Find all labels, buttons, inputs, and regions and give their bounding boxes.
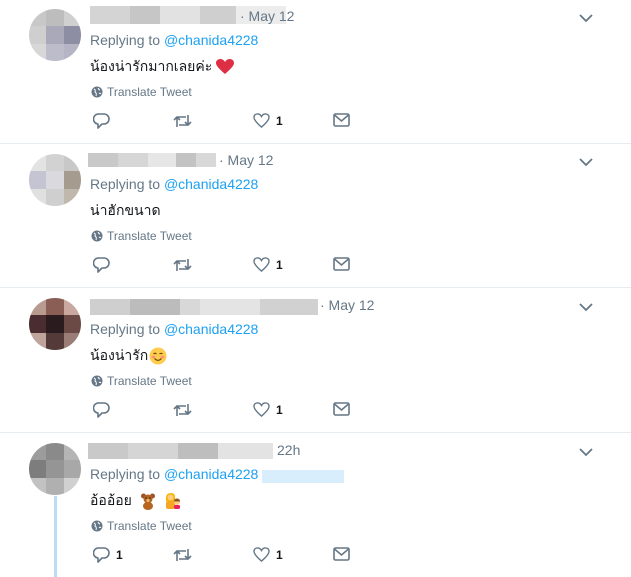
like-button[interactable]: 1 [253,547,283,562]
heart-icon [253,402,270,417]
tweet-actions: 1 [93,257,363,277]
reply-handle-link[interactable]: @chanida4228 [164,176,258,192]
retweet-icon [173,404,192,416]
chevron-down-icon[interactable] [578,10,594,26]
replying-to: Replying to @chanida4228 [90,321,258,337]
retweet-icon [173,259,192,271]
retweet-icon [173,115,192,127]
envelope-icon [333,113,350,127]
retweet-button[interactable] [173,257,192,273]
like-button[interactable]: 1 [253,257,283,272]
translate-label: Translate Tweet [107,519,192,533]
like-count: 1 [276,113,283,128]
retweet-icon [173,549,192,561]
avatar[interactable] [29,298,81,350]
tweet-actions: 1 [93,113,363,133]
display-name-redacted[interactable] [88,153,216,167]
reply-handle-link[interactable]: @chanida4228 [164,321,258,337]
like-button[interactable]: 1 [253,402,283,417]
retweet-button[interactable] [173,547,192,563]
translate-tweet-link[interactable]: Translate Tweet [91,229,192,243]
tweet-text: อ้ออ้อย [90,490,182,512]
envelope-icon [333,402,350,416]
family-emoji [165,493,180,509]
smiling-face-emoji [149,347,167,365]
reply-handle-link[interactable]: @chanida4228 [164,32,258,48]
chevron-down-icon[interactable] [578,299,594,315]
translate-label: Translate Tweet [107,85,192,99]
reply-icon [93,402,110,418]
avatar[interactable] [29,9,81,61]
reply-tweet-2[interactable]: · May 12 Replying to @chanida4228 น่าฮัก… [0,144,631,288]
replying-to: Replying to @chanida4228 [90,176,258,192]
thread-connector-line [54,496,57,577]
tweet-text-body: น่าฮักขนาด [90,202,161,218]
display-name-redacted[interactable] [90,299,318,315]
translate-label: Translate Tweet [107,374,192,388]
reply-button[interactable] [93,113,116,129]
tweet-text: น่าฮักขนาด [90,200,161,222]
envelope-icon [333,257,350,271]
like-button[interactable]: 1 [253,113,283,128]
avatar[interactable] [29,154,81,206]
tweet-date[interactable]: · May 12 [240,8,294,24]
tweet-text-body: น้องน่ารักมากเลยค่ะ [90,58,213,74]
reply-handle-link[interactable]: @chanida4228 [164,466,258,482]
replying-to: Replying to @chanida4228 [90,32,258,48]
heart-icon [253,113,270,128]
tweet-text-body: อ้ออ้อย [90,492,132,508]
red-heart-emoji [216,59,235,74]
like-count: 1 [276,402,283,417]
tweet-text: น้องน่ารักมากเลยค่ะ [90,56,235,78]
replying-to-label: Replying to [90,176,161,192]
reply-tweet-4[interactable]: 22h Replying to @chanida4228 อ้ออ้อย Tra… [0,434,631,577]
retweet-button[interactable] [173,113,192,129]
like-count: 1 [276,257,283,272]
like-count: 1 [276,547,283,562]
tweet-text: น้องน่ารัก [90,345,167,367]
translate-tweet-link[interactable]: Translate Tweet [91,519,192,533]
reply-icon [93,113,110,129]
chevron-down-icon[interactable] [578,154,594,170]
replying-to-label: Replying to [90,32,161,48]
globe-icon [91,230,103,242]
translate-label: Translate Tweet [107,229,192,243]
heart-icon [253,547,270,562]
globe-icon [91,375,103,387]
tweet-actions: 1 1 [93,547,363,567]
reply-tweet-3[interactable]: · May 12 Replying to @chanida4228 น้องน่… [0,289,631,433]
tweet-text-body: น้องน่ารัก [90,347,149,363]
tweet-actions: 1 [93,402,363,422]
direct-message-button[interactable] [333,547,350,561]
reply-count: 1 [116,548,123,562]
translate-tweet-link[interactable]: Translate Tweet [91,374,192,388]
direct-message-button[interactable] [333,402,350,416]
teddy-bear-emoji [140,493,155,510]
direct-message-button[interactable] [333,257,350,271]
reply-button[interactable] [93,402,116,418]
reply-icon [93,257,110,273]
replying-to-label: Replying to [90,321,161,337]
tweet-date[interactable]: 22h [277,442,300,458]
reply-tweet-1[interactable]: · May 12 Replying to @chanida4228 น้องน่… [0,0,631,144]
replying-to: Replying to @chanida4228 [90,466,258,482]
avatar[interactable] [29,443,81,495]
globe-icon [91,86,103,98]
retweet-button[interactable] [173,402,192,418]
tweet-date[interactable]: · May 12 [219,152,273,168]
reply-icon [93,547,110,563]
display-name-redacted[interactable] [88,443,273,459]
tweet-date[interactable]: · May 12 [320,297,374,313]
reply-button[interactable] [93,257,116,273]
globe-icon [91,520,103,532]
chevron-down-icon[interactable] [578,444,594,460]
replying-to-label: Replying to [90,466,161,482]
redacted-handle-blur [262,470,344,483]
translate-tweet-link[interactable]: Translate Tweet [91,85,192,99]
envelope-icon [333,547,350,561]
direct-message-button[interactable] [333,113,350,127]
reply-button[interactable]: 1 [93,547,123,563]
heart-icon [253,257,270,272]
